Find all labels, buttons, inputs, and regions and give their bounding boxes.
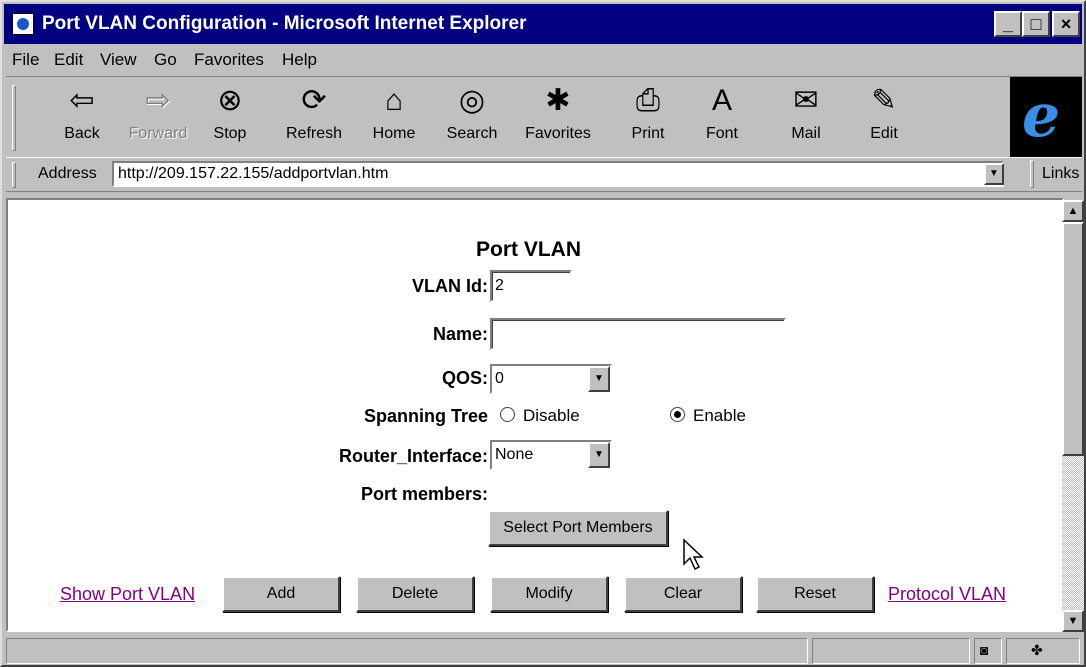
chevron-down-icon[interactable]: ▼ xyxy=(588,442,610,468)
menu-go[interactable]: Go xyxy=(154,50,177,70)
status-zone-pane: ◙ xyxy=(974,638,1002,664)
mail-label: Mail xyxy=(791,125,821,142)
scroll-down-button[interactable]: ▼ xyxy=(1062,610,1084,632)
browser-window: Port VLAN Configuration - Microsoft Inte… xyxy=(0,0,1086,667)
forward-label: Forward xyxy=(128,125,188,142)
print-label: Print xyxy=(631,125,665,142)
forward-arrow-icon: ⇨ xyxy=(145,84,171,117)
show-port-vlan-link[interactable]: Show Port VLAN xyxy=(60,584,195,605)
enable-label: Enable xyxy=(693,406,746,425)
links-grip[interactable] xyxy=(1030,160,1034,188)
vlan-id-label: VLAN Id: xyxy=(412,276,488,296)
menu-view[interactable]: View xyxy=(100,50,137,70)
radio-selected-icon xyxy=(670,407,685,422)
router-interface-selected-value: None xyxy=(495,446,534,463)
menu-file[interactable]: File xyxy=(12,50,39,70)
address-bar: Address http://209.157.22.155/addportvla… xyxy=(6,158,1082,192)
globe-icon: ✤ xyxy=(1031,642,1043,658)
forward-button[interactable]: ⇨ Forward xyxy=(122,83,194,153)
font-button[interactable]: A Font xyxy=(686,83,758,153)
router-interface-select[interactable]: None ▼ xyxy=(490,440,612,470)
font-icon: A xyxy=(711,84,732,117)
router-interface-label: Router_Interface: xyxy=(338,446,488,466)
reset-button[interactable]: Reset xyxy=(756,576,874,612)
printer-icon: ⎙ xyxy=(636,84,660,117)
address-input[interactable]: http://209.157.22.155/addportvlan.htm xyxy=(112,161,1004,187)
toolbar-grip[interactable] xyxy=(12,85,16,151)
address-label: Address xyxy=(38,165,97,182)
toolbar: ⇦ Back ⇨ Forward ⊗ Stop ⟳ Refresh ⌂ Home… xyxy=(6,76,1082,158)
select-port-members-button[interactable]: Select Port Members xyxy=(488,510,668,546)
address-dropdown-button[interactable]: ▼ xyxy=(984,163,1004,185)
back-button[interactable]: ⇦ Back xyxy=(46,83,118,153)
disable-label: Disable xyxy=(523,406,580,425)
stop-icon: ⊗ xyxy=(217,84,243,117)
protocol-vlan-link[interactable]: Protocol VLAN xyxy=(888,584,1006,605)
page-title: Port VLAN xyxy=(476,238,581,261)
title-bar[interactable]: Port VLAN Configuration - Microsoft Inte… xyxy=(4,4,1082,44)
window-title: Port VLAN Configuration - Microsoft Inte… xyxy=(42,13,527,34)
qos-select[interactable]: 0 ▼ xyxy=(490,364,612,394)
search-label: Search xyxy=(446,125,498,142)
edit-button[interactable]: ✎ Edit xyxy=(848,83,920,153)
edit-label: Edit xyxy=(870,125,898,142)
mouse-pointer-icon xyxy=(683,538,704,571)
status-text-pane xyxy=(6,638,808,664)
mail-icon: ✉ xyxy=(793,84,819,117)
favorites-folder-icon: ✱ xyxy=(545,84,571,117)
port-members-label: Port members: xyxy=(360,484,488,504)
qos-selected-value: 0 xyxy=(495,370,504,387)
menu-edit[interactable]: Edit xyxy=(54,50,83,70)
spanning-tree-disable-radio[interactable]: Disable xyxy=(500,406,580,426)
delete-button[interactable]: Delete xyxy=(356,576,474,612)
scroll-up-button[interactable]: ▲ xyxy=(1062,200,1084,222)
home-button[interactable]: ⌂ Home xyxy=(358,83,430,153)
add-button[interactable]: Add xyxy=(222,576,340,612)
status-security-pane: ✤ xyxy=(1006,638,1080,664)
spanning-tree-enable-radio[interactable]: Enable xyxy=(670,406,746,426)
ie-window-icon[interactable] xyxy=(12,13,34,35)
address-grip[interactable] xyxy=(12,162,16,188)
home-icon: ⌂ xyxy=(384,84,404,117)
ie-logo-icon: e xyxy=(1010,77,1082,157)
page-content: Port VLAN VLAN Id: 2 Name: QOS: 0 ▼ Span… xyxy=(6,198,1064,632)
status-progress-pane xyxy=(812,638,970,664)
qos-label: QOS: xyxy=(441,368,488,388)
maximize-button[interactable]: □ xyxy=(1022,11,1050,37)
spanning-tree-label: Spanning Tree xyxy=(363,406,488,426)
radio-unselected-icon xyxy=(500,407,515,422)
links-button[interactable]: Links xyxy=(1042,165,1079,183)
back-arrow-icon: ⇦ xyxy=(69,84,95,117)
edit-page-icon: ✎ xyxy=(871,84,897,117)
stop-label: Stop xyxy=(213,125,247,142)
status-bar: ◙ ✤ xyxy=(6,636,1084,666)
menu-bar: File Edit View Go Favorites Help xyxy=(6,44,1082,76)
scroll-thumb[interactable] xyxy=(1062,222,1084,456)
close-button[interactable]: × xyxy=(1052,11,1080,37)
vlan-id-input[interactable]: 2 xyxy=(490,270,572,302)
print-button[interactable]: ⎙ Print xyxy=(612,83,684,153)
clear-button[interactable]: Clear xyxy=(624,576,742,612)
menu-help[interactable]: Help xyxy=(282,50,317,70)
refresh-button[interactable]: ⟳ Refresh xyxy=(278,83,350,153)
search-icon: ◎ xyxy=(458,84,486,117)
vertical-scrollbar[interactable]: ▲ ▼ xyxy=(1062,200,1084,632)
mail-button[interactable]: ✉ Mail xyxy=(770,83,842,153)
menu-favorites[interactable]: Favorites xyxy=(194,50,264,70)
font-label: Font xyxy=(705,125,738,142)
favorites-label: Favorites xyxy=(525,125,591,142)
stop-button[interactable]: ⊗ Stop xyxy=(194,83,266,153)
chevron-down-icon[interactable]: ▼ xyxy=(588,366,610,392)
name-label: Name: xyxy=(432,324,488,344)
home-label: Home xyxy=(372,125,416,142)
search-button[interactable]: ◎ Search xyxy=(436,83,508,153)
refresh-label: Refresh xyxy=(285,125,343,142)
back-label: Back xyxy=(64,125,100,142)
refresh-icon: ⟳ xyxy=(301,84,327,117)
modify-button[interactable]: Modify xyxy=(490,576,608,612)
minimize-button[interactable]: _ xyxy=(994,11,1022,37)
internet-zone-icon: ◙ xyxy=(980,642,989,658)
favorites-button[interactable]: ✱ Favorites xyxy=(522,83,594,153)
name-input[interactable] xyxy=(490,318,786,350)
